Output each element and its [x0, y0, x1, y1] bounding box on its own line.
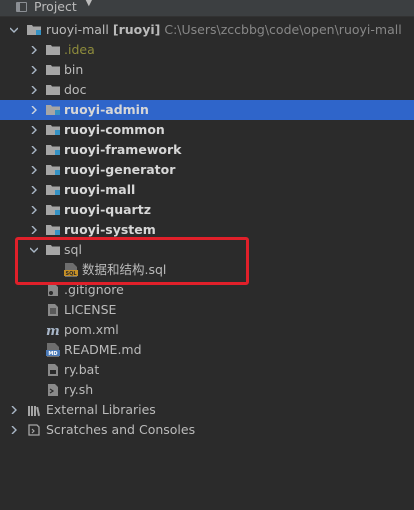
chevron-right-icon[interactable] [30, 86, 38, 94]
maven-file-icon: m [46, 323, 60, 337]
tree-item-label: LICENSE [64, 302, 117, 317]
project-panel-header: Project ▼ [0, 0, 414, 17]
tree-row-doc[interactable]: doc [0, 80, 414, 100]
markdown-file-icon: MD [46, 343, 60, 357]
tree-item-label: External Libraries [46, 402, 156, 417]
chevron-right-icon[interactable] [30, 46, 38, 54]
module-folder-icon [46, 184, 60, 195]
gitignore-file-icon [46, 283, 60, 297]
library-icon [27, 403, 41, 417]
module-folder-icon [46, 104, 60, 115]
tree-item-label: README.md [64, 342, 142, 357]
chevron-right-icon[interactable] [30, 106, 38, 114]
folder-icon [46, 84, 60, 95]
chevron-right-icon[interactable] [30, 66, 38, 74]
tree-row-license[interactable]: LICENSE [0, 300, 414, 320]
root-project-name: ruoyi-mall [46, 22, 109, 37]
tree-row-ry-bat[interactable]: ry.bat [0, 360, 414, 380]
module-folder-icon [46, 204, 60, 215]
tree-item-label: Scratches and Consoles [46, 422, 196, 437]
chevron-right-icon[interactable] [30, 186, 38, 194]
panel-title[interactable]: Project [34, 0, 77, 14]
scratches-icon [27, 423, 41, 437]
folder-icon [46, 44, 60, 55]
chevron-down-icon[interactable] [10, 26, 18, 34]
chevron-right-icon[interactable] [10, 426, 18, 434]
tree-row-ry-sh[interactable]: ry.sh [0, 380, 414, 400]
svg-text:m: m [46, 324, 60, 337]
tree-item-label: .idea [64, 42, 95, 57]
module-folder-icon [46, 144, 60, 155]
chevron-right-icon[interactable] [30, 166, 38, 174]
tree-row-ruoyi-generator[interactable]: ruoyi-generator [0, 160, 414, 180]
tree-row-idea[interactable]: .idea [0, 40, 414, 60]
tree-item-label: doc [64, 82, 87, 97]
tree-item-label: ry.sh [64, 382, 94, 397]
highlight-box [15, 237, 249, 285]
tree-item-label: ruoyi-framework [64, 142, 182, 157]
tree-item-label: bin [64, 62, 84, 77]
module-folder-icon [46, 124, 60, 135]
tree-row-ruoyi-quartz[interactable]: ruoyi-quartz [0, 200, 414, 220]
tree-item-label: ruoyi-quartz [64, 202, 151, 217]
chevron-right-icon[interactable] [30, 226, 38, 234]
root-project-path: C:\Users\zccbbg\code\open\ruoyi-mall [164, 22, 402, 37]
root-module-name: [ruoyi] [112, 22, 161, 37]
tree-item-label: ruoyi-common [64, 122, 165, 137]
chevron-right-icon[interactable] [30, 206, 38, 214]
tree-row-ruoyi-common[interactable]: ruoyi-common [0, 120, 414, 140]
tree-row-readme[interactable]: MD README.md [0, 340, 414, 360]
module-folder-icon [27, 24, 41, 35]
shell-file-icon [46, 383, 60, 397]
tree-row-ruoyi-mall[interactable]: ruoyi-mall [0, 180, 414, 200]
tree-item-label: ruoyi-admin [64, 102, 149, 117]
module-folder-icon [46, 164, 60, 175]
tree-row-root[interactable]: ruoyi-mall [ruoyi] C:\Users\zccbbg\code\… [0, 20, 414, 40]
text-file-icon [46, 303, 60, 317]
chevron-right-icon[interactable] [30, 146, 38, 154]
chevron-right-icon[interactable] [10, 406, 18, 414]
tree-item-label: pom.xml [64, 322, 119, 337]
md-badge-text: MD [48, 351, 57, 357]
tree-row-ruoyi-framework[interactable]: ruoyi-framework [0, 140, 414, 160]
tree-row-bin[interactable]: bin [0, 60, 414, 80]
module-folder-icon [46, 224, 60, 235]
project-view-icon [16, 2, 27, 12]
script-file-icon [46, 363, 60, 377]
folder-icon [46, 64, 60, 75]
view-dropdown-icon[interactable]: ▼ [85, 0, 93, 8]
tree-item-label: ruoyi-generator [64, 162, 176, 177]
tree-row-scratches[interactable]: Scratches and Consoles [0, 420, 414, 440]
tree-item-label: ruoyi-mall [ruoyi] C:\Users\zccbbg\code\… [46, 20, 402, 40]
tree-row-external-libraries[interactable]: External Libraries [0, 400, 414, 420]
tree-item-label: ruoyi-mall [64, 182, 136, 197]
tree-row-ruoyi-admin[interactable]: ruoyi-admin [0, 100, 414, 120]
tree-item-label: ry.bat [64, 362, 100, 377]
tree-row-pom[interactable]: m pom.xml [0, 320, 414, 340]
chevron-right-icon[interactable] [30, 126, 38, 134]
